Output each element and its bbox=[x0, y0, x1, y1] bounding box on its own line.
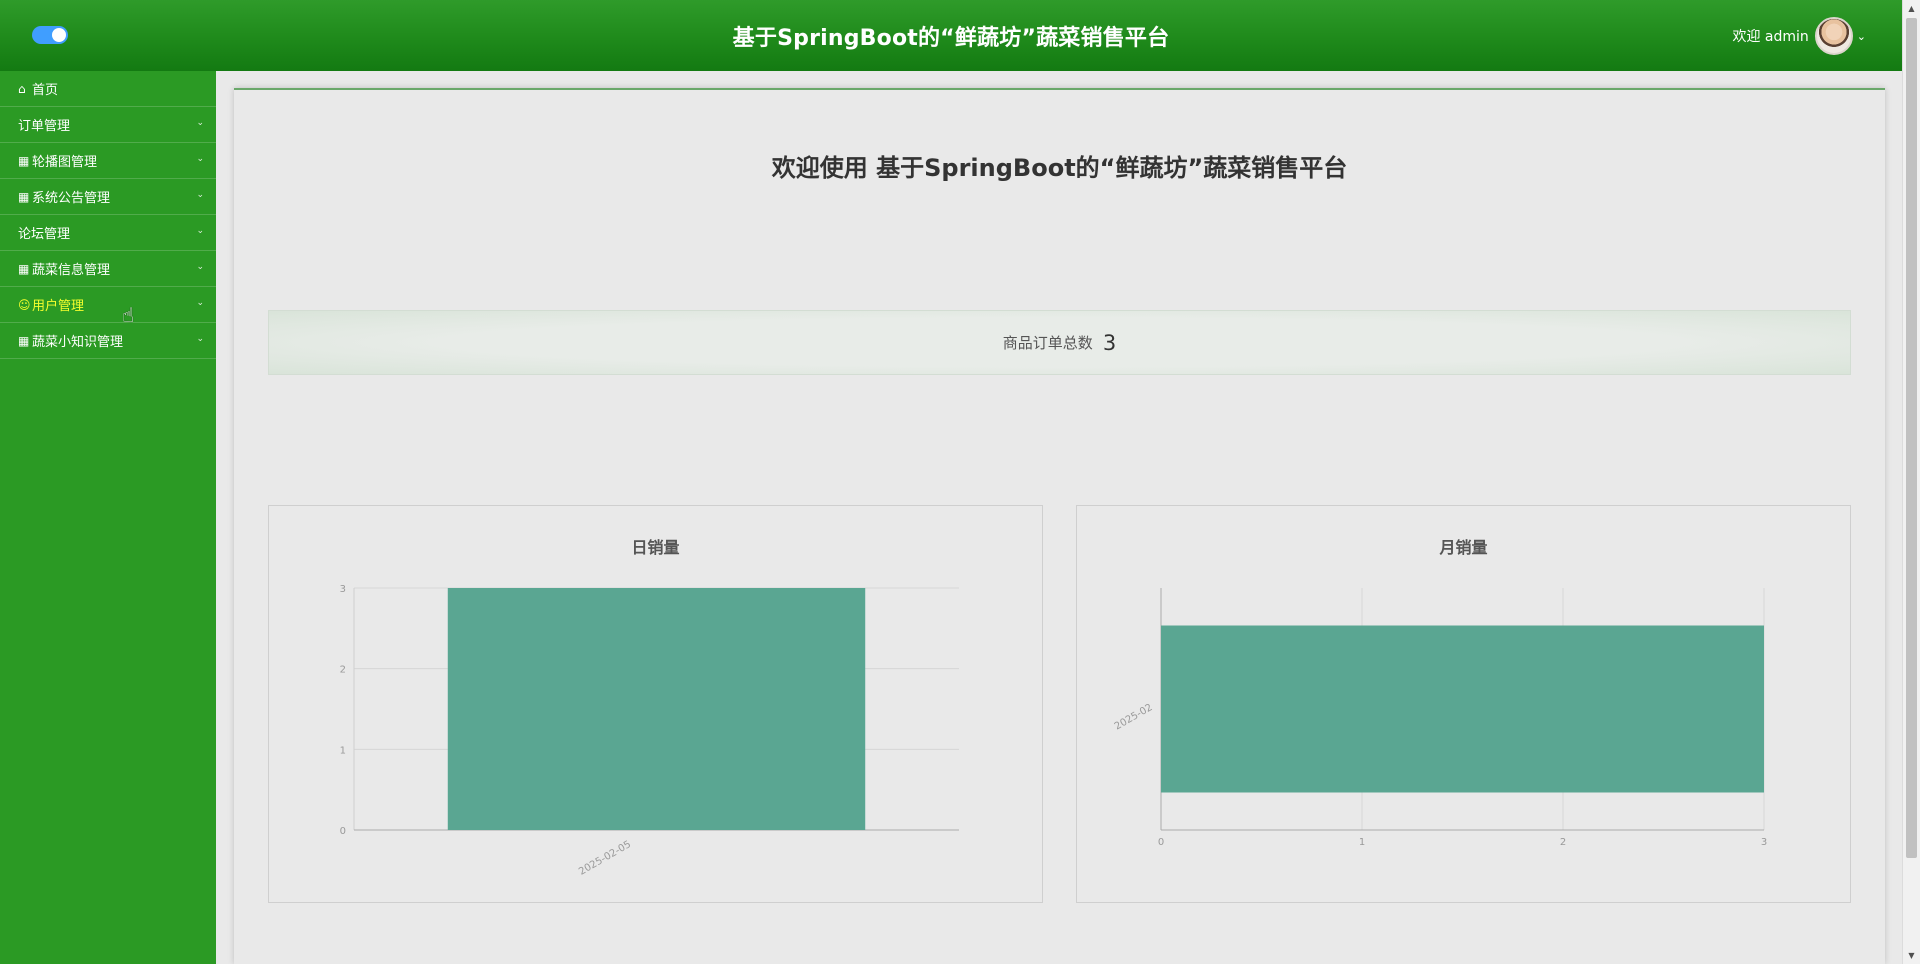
stat-value: 3 bbox=[1102, 330, 1117, 355]
vertical-scrollbar[interactable]: ▲ ▼ bbox=[1902, 0, 1920, 964]
sidebar-item-label: 用户管理 bbox=[32, 299, 85, 314]
top-header: 基于SpringBoot的“鲜蔬坊”蔬菜销售平台 欢迎 admin ⌄ bbox=[0, 0, 1902, 71]
scroll-thumb[interactable] bbox=[1906, 18, 1917, 858]
welcome-text: 欢迎 admin bbox=[1732, 29, 1809, 45]
main-content: 欢迎使用 基于SpringBoot的“鲜蔬坊”蔬菜销售平台 商品订单总数 3 日… bbox=[234, 88, 1885, 964]
grid-icon: ▦ bbox=[18, 189, 30, 204]
sidebar-item-label: 论坛管理 bbox=[18, 227, 71, 242]
grid-icon: ▦ bbox=[18, 153, 30, 168]
sidebar-item-label: 首页 bbox=[32, 83, 59, 98]
bar bbox=[1161, 625, 1764, 793]
x-tick-label: 0 bbox=[1158, 837, 1164, 848]
sidebar-item-label: 蔬菜小知识管理 bbox=[32, 335, 124, 350]
chevron-down-icon: ⌄ bbox=[196, 154, 204, 164]
sidebar-toggle-switch[interactable] bbox=[32, 26, 68, 44]
chevron-down-icon: ⌄ bbox=[196, 226, 204, 236]
sidebar-item-label: 蔬菜信息管理 bbox=[32, 263, 111, 278]
scroll-up-arrow-icon[interactable]: ▲ bbox=[1903, 0, 1920, 17]
y-tick-label: 2 bbox=[340, 665, 346, 676]
chevron-down-icon: ⌄ bbox=[196, 298, 204, 308]
monthly-sales-chart-panel: 月销量 0 1 2 3 2025-02 bbox=[1076, 505, 1851, 903]
sidebar-item-home[interactable]: ⌂ 首页 bbox=[0, 71, 216, 107]
bar bbox=[447, 588, 866, 830]
sidebar-item-label: 系统公告管理 bbox=[32, 191, 111, 206]
page-title: 欢迎使用 基于SpringBoot的“鲜蔬坊”蔬菜销售平台 bbox=[771, 154, 1348, 182]
y-tick-label: 3 bbox=[340, 584, 346, 595]
monthly-sales-chart: 0 1 2 3 2025-02 bbox=[1113, 588, 1767, 848]
sidebar: ⌂ 首页 订单管理 ⌄ ▦ 轮播图管理 ⌄ ▦ 系统公告管理 ⌄ 论坛管理 ⌄ … bbox=[0, 71, 216, 964]
x-tick-label: 1 bbox=[1359, 837, 1365, 848]
sidebar-item-vegetables[interactable]: ▦ 蔬菜信息管理 ⌄ bbox=[0, 251, 216, 287]
y-tick-label: 1 bbox=[340, 745, 346, 756]
chevron-down-icon[interactable]: ⌄ bbox=[1857, 30, 1866, 43]
stat-label: 商品订单总数 bbox=[1002, 334, 1093, 352]
avatar[interactable] bbox=[1814, 17, 1853, 55]
chevron-down-icon: ⌄ bbox=[196, 118, 204, 128]
y-tick-label: 0 bbox=[340, 826, 346, 837]
daily-sales-chart: 0 1 2 3 2025-02-05 bbox=[340, 584, 959, 878]
grid-icon: ▦ bbox=[18, 261, 30, 276]
chevron-down-icon: ⌄ bbox=[196, 334, 204, 344]
x-tick-label: 3 bbox=[1761, 837, 1767, 848]
home-icon: ⌂ bbox=[18, 81, 26, 96]
order-total-card: 商品订单总数 3 bbox=[268, 310, 1851, 375]
chevron-down-icon: ⌄ bbox=[196, 190, 204, 200]
sidebar-item-veg-knowledge[interactable]: ▦ 蔬菜小知识管理 ⌄ bbox=[0, 323, 216, 359]
sidebar-item-label: 订单管理 bbox=[18, 119, 71, 134]
sidebar-item-announcements[interactable]: ▦ 系统公告管理 ⌄ bbox=[0, 179, 216, 215]
hand-pointer-icon: ☝ bbox=[122, 303, 135, 327]
chevron-down-icon: ⌄ bbox=[196, 262, 204, 272]
sidebar-item-orders[interactable]: 订单管理 ⌄ bbox=[0, 107, 216, 143]
app-title: 基于SpringBoot的“鲜蔬坊”蔬菜销售平台 bbox=[732, 25, 1170, 51]
sidebar-item-forum[interactable]: 论坛管理 ⌄ bbox=[0, 215, 216, 251]
x-tick-label: 2025-02-05 bbox=[577, 839, 633, 878]
user-icon: ☺ bbox=[18, 297, 31, 312]
x-tick-label: 2 bbox=[1560, 837, 1566, 848]
user-menu[interactable]: 欢迎 admin ⌄ bbox=[1732, 17, 1866, 55]
y-tick-label: 2025-02 bbox=[1113, 702, 1155, 732]
sidebar-item-label: 轮播图管理 bbox=[32, 155, 98, 170]
toggle-knob bbox=[52, 28, 66, 42]
sidebar-item-carousel[interactable]: ▦ 轮播图管理 ⌄ bbox=[0, 143, 216, 179]
daily-sales-chart-panel: 日销量 0 1 2 3 2025-02-05 bbox=[268, 505, 1043, 903]
scroll-down-arrow-icon[interactable]: ▼ bbox=[1903, 947, 1920, 964]
sidebar-item-users[interactable]: ☺ 用户管理 ⌄ bbox=[0, 287, 216, 323]
grid-icon: ▦ bbox=[18, 333, 30, 348]
